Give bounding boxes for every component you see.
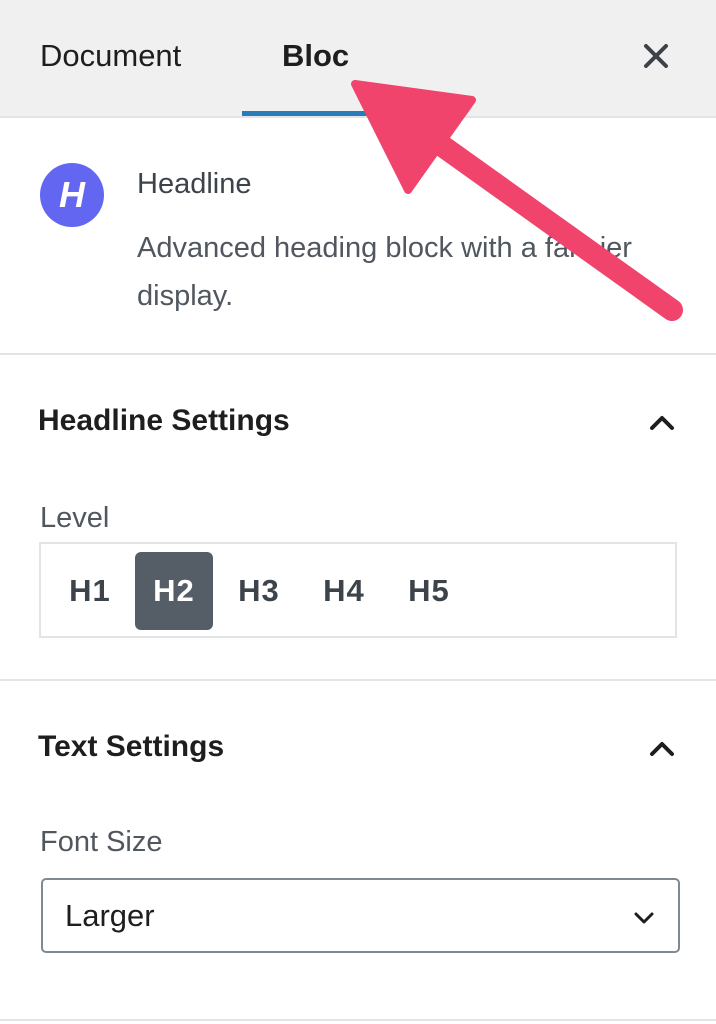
font-size-label: Font Size [40,826,163,858]
level-button-h4[interactable]: H4 [305,552,383,630]
block-card: H Headline Advanced heading block with a… [0,118,716,355]
block-card-description: Advanced heading block with a fancier di… [137,232,632,312]
level-label: Level [40,502,110,534]
text-settings-toggle[interactable] [642,729,682,769]
headline-settings-title[interactable]: Headline Settings [38,401,290,441]
headline-settings-toggle[interactable] [642,403,682,443]
active-tab-indicator [242,111,370,116]
text-settings-title[interactable]: Text Settings [38,727,224,767]
level-button-h3[interactable]: H3 [220,552,298,630]
tab-block[interactable]: Bloc [282,36,349,76]
font-size-select-value: Larger [65,898,155,933]
level-button-h1[interactable]: H1 [51,552,129,630]
text-settings-panel: Text Settings Font Size Larger [0,681,716,1021]
block-card-title: Headline [137,168,252,200]
chevron-up-icon [650,742,674,756]
level-button-h2[interactable]: H2 [135,552,213,630]
close-icon [644,44,668,68]
headline-settings-panel: Headline Settings Level H1 H2 H3 H4 H5 [0,355,716,681]
close-sidebar-button[interactable] [636,36,676,76]
block-inspector-sidebar: Document Bloc H Headline Advanced headin… [0,0,716,1024]
font-size-select[interactable]: Larger [41,878,680,953]
chevron-down-icon [634,912,654,924]
tab-document[interactable]: Document [40,36,181,76]
heading-level-toolbar: H1 H2 H3 H4 H5 [39,542,677,638]
headline-block-icon: H [40,163,104,227]
chevron-up-icon [650,416,674,430]
level-button-h5[interactable]: H5 [390,552,468,630]
sidebar-tab-bar: Document Bloc [0,0,716,118]
